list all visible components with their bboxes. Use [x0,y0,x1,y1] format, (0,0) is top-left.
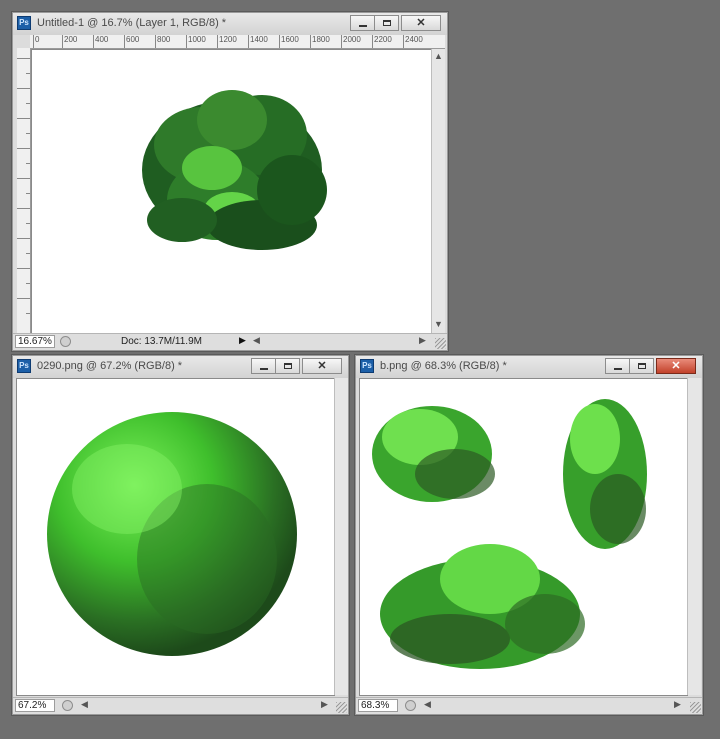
ruler-label: 400 [93,35,108,48]
title-bar[interactable]: Ps b.png @ 68.3% (RGB/8) * ✕ [356,356,702,378]
minimize-icon [359,25,367,27]
scroll-right-icon[interactable]: ▶ [419,335,426,346]
status-info-icon[interactable] [60,336,71,347]
close-icon: ✕ [317,360,327,372]
ruler-label: 0 [33,35,39,48]
zoom-field[interactable]: 16.67% [15,335,55,348]
zoom-field[interactable]: 68.3% [358,699,398,712]
maximize-icon [284,363,292,369]
photoshop-icon: Ps [360,359,374,373]
document-canvas[interactable] [16,378,335,696]
minimize-button[interactable] [350,15,375,31]
vertical-scrollbar[interactable]: ▲ ▼ [431,49,445,334]
close-button[interactable]: ✕ [401,15,441,31]
document-window-b[interactable]: Ps b.png @ 68.3% (RGB/8) * ✕ 68.3% ◀ ▶ [355,355,703,715]
status-menu-arrow-icon[interactable]: ▶ [239,335,246,346]
ruler-label: 2200 [372,35,392,48]
status-bar: 67.2% ◀ ▶ [13,697,348,714]
ruler-label: 1600 [279,35,299,48]
scroll-down-icon[interactable]: ▼ [434,319,443,329]
maximize-button[interactable] [275,358,300,374]
tree-illustration [142,90,327,250]
ruler-label: 600 [124,35,139,48]
bushes-illustration [372,399,647,669]
maximize-button[interactable] [629,358,654,374]
maximize-icon [638,363,646,369]
doc-size-info[interactable]: Doc: 13.7M/11.9M [121,336,202,347]
ruler-label: 2000 [341,35,361,48]
status-bar: 68.3% ◀ ▶ [356,697,702,714]
photoshop-icon: Ps [17,359,31,373]
maximize-button[interactable] [374,15,399,31]
ruler-label: 800 [155,35,170,48]
ruler-label: 1200 [217,35,237,48]
vertical-ruler [17,48,31,334]
close-button[interactable]: ✕ [302,358,342,374]
minimize-button[interactable] [251,358,276,374]
vertical-scrollbar[interactable] [687,378,701,695]
bush-right [563,399,647,549]
minimize-icon [614,368,622,370]
vertical-scrollbar[interactable] [334,378,348,695]
document-canvas[interactable] [31,49,432,335]
ruler-label: 200 [62,35,77,48]
window-title: b.png @ 68.3% (RGB/8) * [380,360,507,372]
minimize-button[interactable] [605,358,630,374]
tree-foliage [142,90,327,250]
maximize-icon [383,20,391,26]
ruler-label: 2400 [403,35,423,48]
scroll-left-icon[interactable]: ◀ [253,335,260,346]
minimize-icon [260,368,268,370]
title-bar[interactable]: Ps 0290.png @ 67.2% (RGB/8) * ✕ [13,356,348,378]
bush-left [372,406,495,502]
scroll-right-icon[interactable]: ▶ [321,699,328,710]
ruler-label: 1800 [310,35,330,48]
close-button[interactable]: ✕ [656,358,696,374]
close-icon: ✕ [671,360,681,372]
scroll-up-icon[interactable]: ▲ [434,51,443,61]
resize-grip[interactable] [690,702,701,713]
round-bush-illustration [47,412,297,656]
scroll-left-icon[interactable]: ◀ [81,699,88,710]
scroll-right-icon[interactable]: ▶ [674,699,681,710]
window-title: Untitled-1 @ 16.7% (Layer 1, RGB/8) * [37,17,227,29]
photoshop-icon: Ps [17,16,31,30]
resize-grip[interactable] [336,702,347,713]
horizontal-ruler: 0 200 400 600 800 1000 1200 1400 1600 18… [30,35,445,49]
ruler-label: 1000 [186,35,206,48]
title-bar[interactable]: Ps Untitled-1 @ 16.7% (Layer 1, RGB/8) *… [13,13,447,35]
document-window-0290[interactable]: Ps 0290.png @ 67.2% (RGB/8) * ✕ 67.2% ◀ … [12,355,349,715]
status-bar: 16.67% Doc: 13.7M/11.9M ▶ ◀ ▶ [13,333,447,350]
window-title: 0290.png @ 67.2% (RGB/8) * [37,360,183,372]
close-icon: ✕ [416,17,426,29]
status-info-icon[interactable] [405,700,416,711]
status-info-icon[interactable] [62,700,73,711]
bush-bottom [380,544,585,669]
scroll-left-icon[interactable]: ◀ [424,699,431,710]
ruler-label: 1400 [248,35,268,48]
zoom-field[interactable]: 67.2% [15,699,55,712]
document-window-untitled[interactable]: Ps Untitled-1 @ 16.7% (Layer 1, RGB/8) *… [12,12,448,351]
resize-grip[interactable] [435,338,446,349]
document-canvas[interactable] [359,378,688,696]
